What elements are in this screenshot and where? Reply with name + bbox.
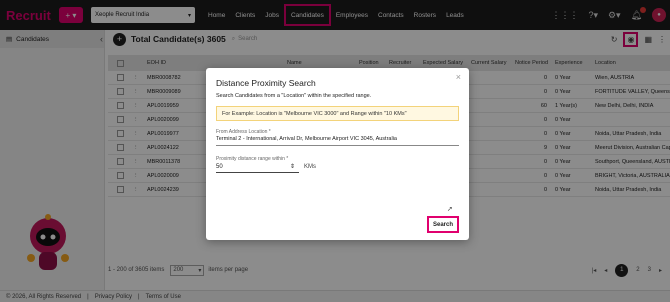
- distance-proximity-search-dialog: Distance Proximity Search × Search Candi…: [206, 68, 469, 240]
- stepper-icon[interactable]: ⇕: [290, 163, 295, 170]
- from-address-underline: [216, 145, 459, 146]
- from-address-input[interactable]: Terminal 2 - International, Arrival Dr, …: [216, 136, 397, 142]
- range-unit: KMs: [304, 164, 316, 170]
- close-icon[interactable]: ×: [456, 72, 461, 82]
- dialog-description: Search Candidates from a "Location" with…: [216, 93, 372, 99]
- range-field: 50 ⇕ KMs: [216, 161, 316, 173]
- from-address-label: From Address Location *: [216, 129, 271, 135]
- search-button[interactable]: Search: [427, 216, 459, 233]
- range-value: 50: [216, 163, 223, 170]
- range-input[interactable]: 50 ⇕: [216, 162, 299, 173]
- dialog-title: Distance Proximity Search: [216, 78, 316, 88]
- example-hint: For Example: Location is "Melbourne VIC …: [216, 106, 459, 121]
- mouse-cursor-icon: ➚: [447, 206, 453, 213]
